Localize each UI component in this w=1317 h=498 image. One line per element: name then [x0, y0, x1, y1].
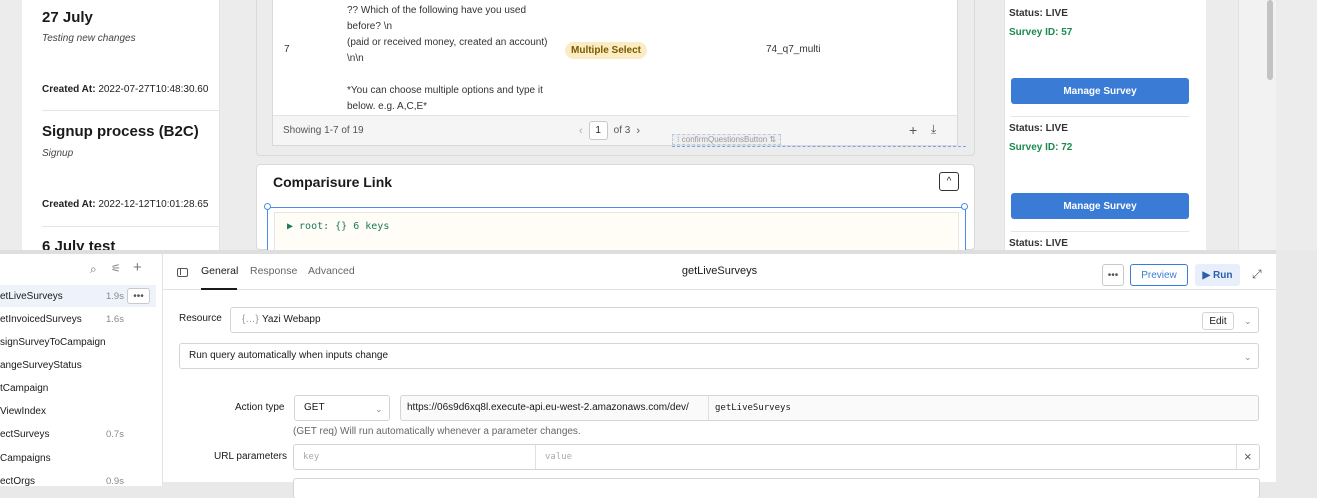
- divider: [42, 226, 220, 227]
- resource-icon: {…}: [242, 314, 259, 325]
- table-cell-question: ?? Which of the following have you used …: [347, 5, 548, 112]
- resize-handle[interactable]: [961, 203, 968, 210]
- action-type-select[interactable]: GET ⌄: [294, 395, 390, 421]
- canvas-scrollbar[interactable]: [1238, 0, 1276, 250]
- run-mode-select[interactable]: Run query automatically when inputs chan…: [179, 343, 1259, 369]
- questions-table[interactable]: 7 ?? Which of the following have you use…: [272, 0, 958, 146]
- container-title: Comparisure Link: [273, 174, 393, 190]
- json-explorer[interactable]: ▶ root: {} 6 keys: [267, 207, 966, 250]
- page-count: of 3: [613, 125, 631, 136]
- survey-status-list: Status: LIVE Survey ID: 57 Manage Survey…: [1004, 0, 1206, 250]
- chevron-up-icon: ^: [946, 176, 952, 187]
- query-item[interactable]: tCampaign: [0, 377, 156, 399]
- survey-id: Survey ID: 72: [1009, 142, 1073, 153]
- add-query-icon[interactable]: +: [133, 259, 142, 276]
- url-parameters-row: key value ×: [293, 444, 1260, 470]
- table-cell-key: 74_q7_multi: [766, 44, 821, 55]
- query-item[interactable]: etLiveSurveys 1.9s •••: [0, 285, 156, 307]
- survey-detail-panel: 7 ?? Which of the following have you use…: [256, 0, 975, 250]
- prev-page-icon[interactable]: ‹: [579, 125, 583, 137]
- chevron-down-icon: ⌄: [1244, 352, 1252, 362]
- survey-title: Signup process (B2C): [42, 123, 199, 140]
- resource-label: Resource: [179, 313, 222, 324]
- survey-subtitle: Testing new changes: [42, 33, 136, 44]
- add-row-icon[interactable]: +: [909, 122, 917, 138]
- query-editor: General Response Advanced getLiveSurveys…: [163, 254, 1276, 498]
- remove-param-icon[interactable]: ×: [1244, 449, 1252, 464]
- scrollbar-thumb[interactable]: [1267, 0, 1273, 80]
- more-icon[interactable]: •••: [127, 288, 150, 304]
- query-item[interactable]: etInvoicedSurveys 1.6s: [0, 308, 156, 330]
- divider: [1011, 231, 1189, 232]
- edit-resource-button[interactable]: Edit: [1202, 312, 1234, 330]
- url-parameters-label: URL parameters: [214, 451, 287, 462]
- table-cell-row-number: 7: [284, 44, 290, 55]
- manage-survey-button[interactable]: Manage Survey: [1011, 193, 1189, 219]
- survey-status: Status: LIVE: [1009, 123, 1068, 134]
- active-tab-indicator: [201, 288, 237, 290]
- helper-text: (GET req) Will run automatically wheneve…: [293, 426, 581, 437]
- collapse-button[interactable]: ^: [939, 172, 959, 191]
- resource-select[interactable]: {…} Yazi Webapp Edit ⌄: [230, 307, 1259, 333]
- survey-title: 27 July: [42, 9, 93, 26]
- selection-outline: [672, 146, 966, 147]
- comparisure-link-container: Comparisure Link ^ ▶ root: {} 6 keys: [256, 164, 975, 250]
- chevron-down-icon: ⌄: [375, 404, 383, 414]
- query-list: ⌕ ⚟ + etLiveSurveys 1.9s ••• etInvoicedS…: [0, 254, 163, 487]
- query-item[interactable]: ViewIndex: [0, 400, 156, 422]
- survey-status: Status: LIVE: [1009, 8, 1068, 19]
- editor-tabs: General Response Advanced getLiveSurveys…: [163, 254, 1276, 290]
- query-item[interactable]: ectOrgs 0.9s: [0, 470, 156, 492]
- query-editor-panel: ⌕ ⚟ + etLiveSurveys 1.9s ••• etInvoicedS…: [0, 250, 1276, 498]
- search-icon[interactable]: ⌕: [90, 262, 97, 277]
- divider: [42, 110, 220, 111]
- survey-title: 6 July test: [42, 238, 116, 250]
- preview-button[interactable]: Preview: [1130, 264, 1188, 286]
- filter-icon[interactable]: ⚟: [111, 262, 121, 275]
- json-viewer: ▶ root: {} 6 keys: [274, 212, 959, 250]
- divider: [1011, 116, 1189, 117]
- manage-survey-button[interactable]: Manage Survey: [1011, 78, 1189, 104]
- table-row-count: Showing 1-7 of 19: [283, 125, 364, 136]
- survey-created-at: Created At: 2022-07-27T10:48:30.60: [42, 84, 209, 95]
- json-root[interactable]: ▶ root: {} 6 keys: [287, 221, 389, 232]
- query-item[interactable]: ectSurveys 0.7s: [0, 423, 156, 445]
- survey-status: Status: LIVE: [1009, 238, 1068, 249]
- download-icon[interactable]: ⤓: [931, 122, 936, 137]
- param-value-input[interactable]: value: [545, 452, 572, 462]
- survey-list-card: 27 July Testing new changes Created At: …: [22, 0, 220, 250]
- resize-handle[interactable]: [264, 203, 271, 210]
- run-button[interactable]: ▶ Run: [1195, 264, 1240, 286]
- component-name-tag: ⁝ confirmQuestionsButton ⇅: [672, 134, 782, 145]
- url-path[interactable]: getLiveSurveys: [715, 403, 791, 413]
- survey-created-at: Created At: 2022-12-12T10:01:28.65: [42, 199, 209, 210]
- more-options-button[interactable]: •••: [1102, 264, 1124, 286]
- query-item[interactable]: Campaigns: [0, 447, 156, 469]
- question-type-badge: Multiple Select: [565, 42, 648, 59]
- table-footer: Showing 1-7 of 19 ‹ 1 of 3 › + ⤓: [273, 115, 957, 145]
- next-page-icon[interactable]: ›: [636, 125, 640, 137]
- survey-id: Survey ID: 57: [1009, 27, 1073, 38]
- url-parameters-row: [293, 478, 1260, 498]
- query-item[interactable]: signSurveyToCampaign: [0, 331, 156, 353]
- param-key-input[interactable]: key: [303, 452, 319, 462]
- page-input[interactable]: 1: [588, 121, 608, 140]
- action-type-label: Action type: [235, 402, 285, 413]
- pagination: ‹ 1 of 3 ›: [579, 121, 640, 140]
- url-input[interactable]: https://06s9d6xq8l.execute-api.eu-west-2…: [400, 395, 1259, 421]
- survey-subtitle: Signup: [42, 148, 74, 159]
- app-canvas: 27 July Testing new changes Created At: …: [0, 0, 1317, 250]
- query-item[interactable]: angeSurveyStatus: [0, 354, 156, 376]
- expand-icon[interactable]: ⤢: [1252, 267, 1262, 282]
- url-base: https://06s9d6xq8l.execute-api.eu-west-2…: [407, 402, 689, 413]
- chevron-down-icon: ⌄: [1244, 316, 1252, 326]
